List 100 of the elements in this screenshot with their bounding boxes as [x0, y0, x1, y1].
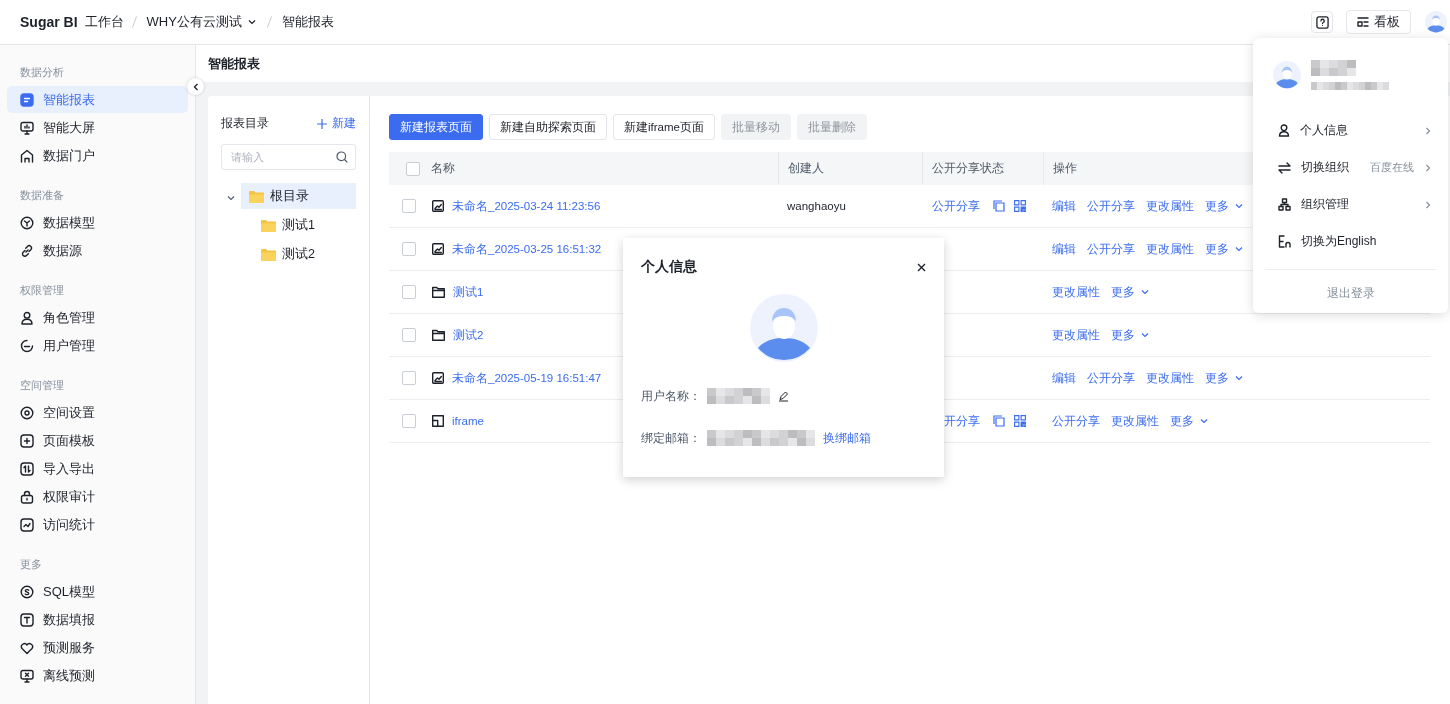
action-link[interactable]: 更多 — [1205, 198, 1244, 214]
report-name-link[interactable]: 未命名_2025-03-25 16:51:32 — [452, 241, 602, 257]
report-name-link[interactable]: 测试1 — [453, 284, 484, 300]
menu-item[interactable]: 切换为English — [1265, 223, 1436, 260]
sidebar-item[interactable]: 数据模型 — [7, 209, 188, 236]
sidebar-item[interactable]: 预测服务 — [7, 634, 188, 661]
report-name-link[interactable]: 未命名_2025-05-19 16:51:47 — [452, 370, 602, 386]
action-link[interactable]: 公开分享 — [1052, 413, 1100, 429]
column-header: 名称 — [430, 161, 456, 176]
chevron-down-icon — [1234, 373, 1244, 383]
menu-item[interactable]: 组织管理 — [1265, 186, 1436, 223]
action-link[interactable]: 更多 — [1111, 284, 1150, 300]
chart-icon — [432, 243, 444, 255]
row-checkbox[interactable] — [401, 199, 416, 213]
chevron-down-icon — [1199, 416, 1209, 426]
search-field[interactable]: 请输入 — [221, 144, 356, 170]
sidebar-item[interactable]: 数据门户 — [7, 142, 188, 169]
folder-icon — [261, 218, 276, 232]
sidebar-item[interactable]: 页面模板 — [7, 427, 188, 454]
field-label: 用户名称： — [641, 387, 702, 405]
logout-button[interactable]: 退出登录 — [1265, 285, 1436, 302]
action-link[interactable]: 更改属性 — [1146, 241, 1194, 257]
folder-icon — [432, 329, 445, 341]
organization-name: 百度在线 — [1370, 160, 1414, 175]
action-link[interactable]: 编辑 — [1052, 241, 1076, 257]
report-name-link[interactable]: iframe — [452, 415, 484, 427]
avatar-icon — [1273, 61, 1301, 89]
qr-code-icon[interactable] — [1014, 415, 1026, 427]
report-name-link[interactable]: 测试2 — [453, 327, 484, 343]
section-title: 权限管理 — [19, 283, 65, 298]
sidebar-item[interactable]: 导入导出 — [7, 455, 188, 482]
chart-icon — [20, 517, 34, 532]
copy-icon[interactable] — [993, 200, 1005, 212]
action-link[interactable]: 编辑 — [1052, 198, 1076, 214]
row-checkbox[interactable] — [401, 328, 416, 342]
share-link[interactable]: 公开分享 — [922, 198, 980, 214]
folder-icon — [249, 189, 264, 203]
tree-node[interactable]: 根目录 — [241, 183, 356, 209]
action-link[interactable]: 更多 — [1111, 327, 1150, 343]
action-link[interactable]: 更多 — [1205, 241, 1244, 257]
new-folder-button[interactable]: 新建 — [317, 115, 356, 132]
select-all-checkbox[interactable] — [406, 161, 420, 176]
import-export-icon — [20, 461, 34, 476]
search-icon — [336, 151, 348, 163]
sidebar-item[interactable]: 数据源 — [7, 237, 188, 264]
action-link[interactable]: 更改属性 — [1146, 198, 1194, 214]
close-icon[interactable] — [917, 262, 926, 272]
action-link[interactable]: 更改属性 — [1052, 327, 1100, 343]
avatar-icon — [1425, 11, 1447, 33]
toolbar-button[interactable]: 新建自助探索页面 — [489, 114, 607, 140]
row-checkbox[interactable] — [401, 414, 416, 428]
sidebar-item[interactable]: 智能大屏 — [7, 114, 188, 141]
sidebar-item[interactable]: SQL模型 — [7, 578, 188, 605]
toolbar-button[interactable]: 新建iframe页面 — [613, 114, 715, 140]
language-icon — [1278, 235, 1291, 248]
text-icon — [20, 612, 34, 627]
rebind-email-link[interactable]: 换绑邮箱 — [823, 429, 871, 447]
action-link[interactable]: 更改属性 — [1052, 284, 1100, 300]
sidebar-item[interactable]: 访问统计 — [7, 511, 188, 538]
menu-item[interactable]: 个人信息 — [1265, 112, 1436, 149]
user-avatar[interactable] — [1425, 11, 1447, 33]
action-link[interactable]: 公开分享 — [1087, 241, 1135, 257]
help-button[interactable] — [1311, 11, 1333, 33]
workspace-dropdown[interactable]: WHY公有云测试 — [146, 13, 257, 31]
coin-icon — [20, 584, 34, 599]
action-link[interactable]: 公开分享 — [1087, 370, 1135, 386]
tree-node[interactable]: 测试1 — [253, 212, 356, 238]
report-name-link[interactable]: 未命名_2025-03-24 11:23:56 — [452, 198, 601, 214]
edit-icon[interactable] — [778, 390, 789, 402]
chevron-down-icon — [246, 17, 257, 27]
action-link[interactable]: 更改属性 — [1111, 413, 1159, 429]
sidebar-item[interactable]: 离线预测 — [7, 662, 188, 689]
action-link[interactable]: 更多 — [1170, 413, 1209, 429]
tree-node[interactable]: 测试2 — [253, 241, 356, 267]
action-link[interactable]: 编辑 — [1052, 370, 1076, 386]
sidebar-item[interactable]: 用户管理 — [7, 332, 188, 359]
sidebar-item[interactable]: 空间设置 — [7, 399, 188, 426]
brand-name[interactable]: Sugar BI — [20, 14, 78, 30]
workspace-link[interactable]: 工作台 — [84, 13, 124, 31]
sidebar-item[interactable]: 角色管理 — [7, 304, 188, 331]
column-header: 公开分享状态 — [922, 152, 1043, 185]
board-button[interactable]: 看板 — [1346, 10, 1411, 34]
qr-code-icon[interactable] — [1014, 200, 1026, 212]
row-checkbox[interactable] — [401, 242, 416, 256]
chart-icon — [432, 372, 444, 384]
chevron-down-icon — [1234, 244, 1244, 254]
toolbar-button[interactable]: 新建报表页面 — [389, 114, 483, 140]
section-title: 空间管理 — [19, 378, 65, 393]
action-link[interactable]: 公开分享 — [1087, 198, 1135, 214]
sidebar-item[interactable]: 权限审计 — [7, 483, 188, 510]
row-checkbox[interactable] — [401, 285, 416, 299]
row-checkbox[interactable] — [401, 371, 416, 385]
redacted-name-drawing — [1311, 60, 1356, 76]
action-link[interactable]: 更改属性 — [1146, 370, 1194, 386]
action-link[interactable]: 更多 — [1205, 370, 1244, 386]
folder-icon — [261, 247, 276, 261]
copy-icon[interactable] — [993, 415, 1005, 427]
person-icon — [20, 310, 34, 325]
sidebar-item[interactable]: 智能报表 — [7, 86, 188, 113]
sidebar-item[interactable]: 数据填报 — [7, 606, 188, 633]
